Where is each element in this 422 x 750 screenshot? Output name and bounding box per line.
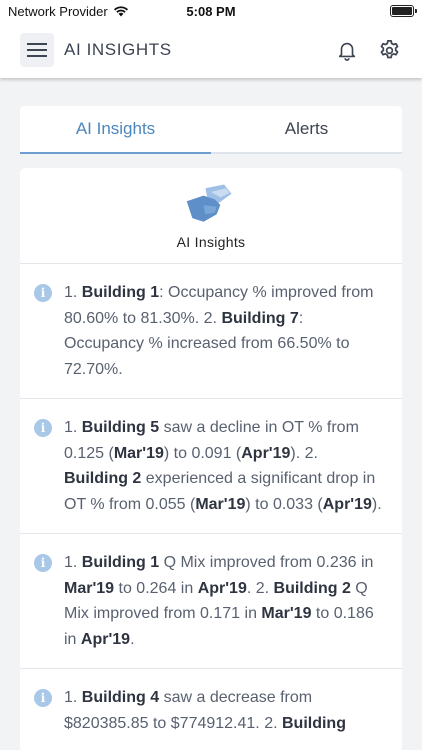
handshake-icon [186, 183, 232, 222]
insight-fragment: to 0.264 in [114, 579, 198, 597]
insight-highlight: Mar'19 [261, 605, 312, 622]
insight-text: 1. Building 1 Q Mix improved from 0.236 … [64, 550, 386, 652]
menu-button[interactable] [20, 33, 54, 67]
insight-fragment: 1. [64, 419, 82, 436]
insight-item[interactable]: i 1. Building 1 Q Mix improved from 0.23… [20, 534, 402, 669]
insight-text: 1. Building 4 saw a decrease from $82038… [64, 685, 386, 736]
status-bar: Network Provider 5:08 PM [0, 0, 422, 22]
page-title: AI INSIGHTS [64, 40, 172, 59]
insight-fragment: 1. [64, 554, 82, 571]
insight-highlight: Building 2 [64, 470, 142, 487]
gear-icon [380, 39, 398, 58]
info-icon: i [34, 689, 52, 707]
insight-fragment: ). 2. [290, 444, 318, 462]
bell-icon [338, 42, 356, 61]
insight-item[interactable]: i 1. Building 1: Occupancy % improved fr… [20, 264, 402, 399]
insight-fragment: Q Mix improved from 0.236 in [159, 554, 374, 571]
insight-highlight: Building 5 [81, 419, 160, 436]
menu-icon-line [27, 55, 47, 57]
settings-button[interactable] [376, 37, 402, 63]
insight-highlight: Building 4 [81, 689, 160, 706]
wifi-icon [113, 6, 128, 17]
insight-highlight: Apr'19 [322, 495, 372, 513]
panel-title: AI Insights [176, 233, 246, 250]
insight-item[interactable]: i 1. Building 5 saw a decline in OT % fr… [20, 399, 402, 534]
insight-fragment: . 2. [246, 579, 274, 597]
insight-fragment: ). [371, 495, 382, 513]
insight-highlight: Building 1 [81, 284, 160, 301]
insight-highlight: Mar'19 [195, 495, 246, 513]
insight-fragment: ) to 0.091 ( [163, 444, 242, 462]
battery-icon [390, 5, 417, 17]
insight-highlight: Apr'19 [241, 444, 291, 462]
info-icon: i [34, 419, 52, 437]
menu-icon-line [27, 49, 47, 51]
insight-highlight: Building [281, 714, 346, 732]
status-left: Network Provider [8, 4, 129, 19]
carrier-label: Network Provider [8, 3, 108, 19]
tab-bar: AI Insights Alerts [20, 106, 402, 154]
info-icon: i [34, 284, 52, 302]
info-icon: i [34, 554, 52, 572]
insight-fragment: ) to 0.033 ( [245, 495, 323, 513]
insights-panel: AI Insights i 1. Building 1: Occupancy %… [20, 168, 402, 750]
insight-fragment: . [130, 630, 135, 648]
insight-highlight: Building 2 [273, 579, 351, 597]
tab-alerts[interactable]: Alerts [211, 106, 402, 152]
insight-fragment: 1. [64, 284, 82, 301]
insight-highlight: Mar'19 [113, 444, 164, 462]
insight-text: 1. Building 5 saw a decline in OT % from… [64, 415, 386, 517]
tab-ai-insights[interactable]: AI Insights [20, 106, 211, 154]
insight-item[interactable]: i 1. Building 4 saw a decrease from $820… [20, 669, 402, 750]
panel-header: AI Insights [20, 168, 402, 264]
app-header: AI INSIGHTS [0, 22, 422, 78]
insight-highlight: Mar'19 [64, 579, 115, 597]
insight-highlight: Building 1 [81, 554, 160, 571]
insight-fragment: 1. [64, 689, 82, 706]
insight-highlight: Apr'19 [80, 630, 131, 648]
insight-highlight: Apr'19 [197, 579, 247, 597]
insight-text: 1. Building 1: Occupancy % improved from… [64, 280, 386, 382]
menu-icon-line [27, 43, 47, 45]
main-content: AI Insights Alerts AI Insights i 1. Buil… [0, 78, 422, 750]
insight-highlight: Building 7 [221, 309, 299, 327]
notifications-button[interactable] [334, 37, 360, 63]
